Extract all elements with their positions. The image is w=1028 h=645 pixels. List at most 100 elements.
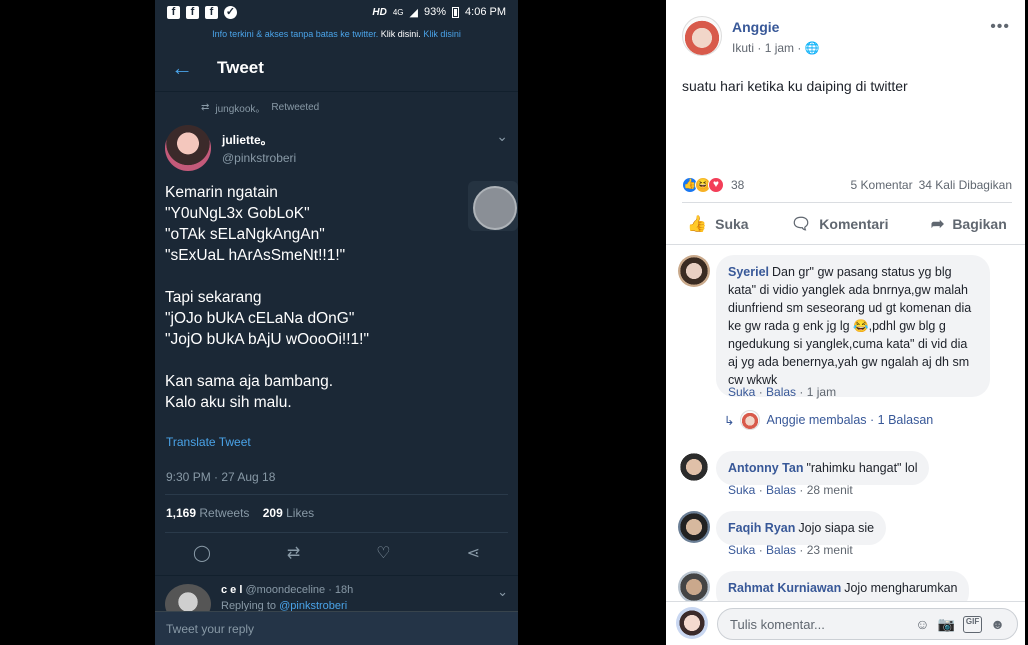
- follow-link[interactable]: Ikuti: [732, 41, 754, 55]
- comment-icon: 🗨: [790, 216, 812, 233]
- comment-button[interactable]: 🗨 Komentari: [791, 214, 889, 234]
- reaction-icons[interactable]: 👍 😆 ♥: [682, 177, 724, 193]
- retweets-label[interactable]: Retweets: [199, 506, 249, 520]
- like-button[interactable]: 👍 Suka: [687, 214, 748, 234]
- comment-age[interactable]: 28 menit: [807, 483, 853, 497]
- comments-count[interactable]: 5 Komentar: [851, 178, 913, 192]
- reply-author-name[interactable]: c e l: [221, 584, 242, 596]
- tweet-author-name[interactable]: juliette。: [222, 131, 296, 148]
- comment-like-link[interactable]: Suka: [728, 543, 755, 557]
- retweet-icon[interactable]: ⇄: [287, 543, 300, 563]
- comment-text: Jojo mengharumkan: [844, 581, 958, 595]
- comment-reply-link[interactable]: Balas: [766, 543, 796, 557]
- comment-bubble: Faqih Ryan Jojo siapa sie: [716, 511, 887, 545]
- divider: [682, 202, 1012, 203]
- comment-author[interactable]: Syeriel: [728, 265, 769, 279]
- post-subline: Ikuti · 1 jam · 🌐: [732, 41, 820, 55]
- floating-assistive-button[interactable]: [468, 181, 518, 231]
- sticker-icon[interactable]: ☻: [990, 616, 1005, 633]
- reply-arrow-icon: ↳: [724, 413, 735, 428]
- reply-compose-input[interactable]: Tweet your reply: [155, 611, 518, 645]
- tweet-author-handle[interactable]: @pinkstroberi: [222, 151, 296, 165]
- facebook-post-panel: Anggie Ikuti · 1 jam · 🌐 ••• suatu hari …: [666, 0, 1028, 645]
- avatar: [740, 410, 761, 430]
- reply-preview[interactable]: c e l @moondeceline · 18h Replying to @p…: [155, 575, 518, 624]
- back-arrow-icon[interactable]: ←: [171, 55, 217, 81]
- signal-icon: ◢: [409, 6, 418, 19]
- comment-author[interactable]: Antonny Tan: [728, 461, 803, 475]
- retweeted-line: ⇄ jungkook。 Retweeted: [155, 92, 518, 122]
- reactions-count[interactable]: 38: [731, 178, 744, 192]
- divider: [165, 532, 508, 533]
- tweet-timestamp: 9:30 PM · 27 Aug 18: [166, 470, 276, 484]
- share-button[interactable]: ➦ Bagikan: [931, 214, 1007, 234]
- comment-input[interactable]: Tulis komentar... ☺ 📷 GIF ☻: [717, 608, 1018, 640]
- clock: 4:06 PM: [465, 6, 506, 18]
- status-right: HD 4G ◢ 93% 4:06 PM: [372, 6, 506, 19]
- reply-summary[interactable]: ↳ Anggie membalas · 1 Balasan: [724, 410, 933, 430]
- comment-bubble: Antonny Tan "rahimku hangat" lol: [716, 451, 930, 485]
- hd-indicator: HD: [372, 6, 387, 18]
- comment-age[interactable]: 23 menit: [807, 543, 853, 557]
- avatar[interactable]: [678, 571, 710, 603]
- comment-age[interactable]: 1 jam: [807, 385, 836, 399]
- comment-reply-link[interactable]: Balas: [766, 483, 796, 497]
- comment-text: Dan gr" gw pasang status yg blg kata" di…: [728, 265, 972, 387]
- facebook-notification-icon: f: [205, 5, 218, 19]
- info-banner-link-2[interactable]: Klik disini: [423, 29, 461, 39]
- avatar[interactable]: [678, 255, 710, 287]
- avatar: [676, 607, 708, 639]
- comment-like-link[interactable]: Suka: [728, 385, 755, 399]
- retweeter-name[interactable]: jungkook。: [215, 100, 265, 115]
- screenshot-root: f f f ✓ HD 4G ◢ 93% 4:06 PM Info terkini…: [0, 0, 1028, 645]
- comment-actions: Suka · Balas · 28 menit: [728, 483, 853, 497]
- info-banner-link-1[interactable]: Klik disini.: [381, 29, 421, 39]
- likes-count[interactable]: 209: [263, 506, 283, 520]
- status-bar: f f f ✓ HD 4G ◢ 93% 4:06 PM: [155, 0, 518, 24]
- messenger-notification-icon: ✓: [224, 5, 237, 19]
- post-meta: Anggie Ikuti · 1 jam · 🌐: [732, 16, 820, 70]
- comment-reply-link[interactable]: Balas: [766, 385, 796, 399]
- gif-icon[interactable]: GIF: [962, 615, 983, 633]
- love-reaction-icon: ♥: [708, 177, 724, 193]
- post-counts: 👍 😆 ♥ 38 5 Komentar 34 Kali Dibagikan: [682, 176, 1012, 194]
- avatar[interactable]: [678, 451, 710, 483]
- comment-author[interactable]: Faqih Ryan: [728, 521, 795, 535]
- comment-like-link[interactable]: Suka: [728, 483, 755, 497]
- avatar[interactable]: [682, 16, 722, 56]
- camera-icon[interactable]: 📷: [937, 616, 954, 633]
- tweet-author-names: juliette。 @pinkstroberi: [222, 131, 296, 165]
- comment-author[interactable]: Rahmat Kurniawan: [728, 581, 841, 595]
- chevron-down-icon[interactable]: ⌄: [497, 584, 508, 600]
- shares-count[interactable]: 34 Kali Dibagikan: [919, 178, 1012, 192]
- more-options-icon[interactable]: •••: [990, 18, 1010, 36]
- post-time[interactable]: · 1 jam ·: [757, 41, 801, 55]
- share-icon: ➦: [930, 216, 945, 233]
- facebook-notification-icon: f: [186, 5, 199, 19]
- reply-icon[interactable]: ◯: [193, 543, 211, 563]
- page-title: Tweet: [217, 57, 264, 77]
- comment: Faqih Ryan Jojo siapa sie Suka · Balas · …: [678, 511, 1016, 561]
- retweets-count[interactable]: 1,169: [166, 506, 196, 520]
- comment-text: "rahimku hangat" lol: [806, 461, 918, 475]
- tweet-header: ← Tweet: [155, 44, 518, 92]
- avatar[interactable]: [678, 511, 710, 543]
- post-author-name[interactable]: Anggie: [732, 19, 820, 35]
- share-icon[interactable]: ⋖: [467, 543, 480, 563]
- twitter-phone-screenshot: f f f ✓ HD 4G ◢ 93% 4:06 PM Info terkini…: [155, 0, 518, 645]
- likes-label[interactable]: Likes: [286, 506, 314, 520]
- comment-text: Jojo siapa sie: [798, 521, 875, 535]
- info-banner[interactable]: Info terkini & akses tanpa batas ke twit…: [155, 24, 518, 44]
- translate-tweet-link[interactable]: Translate Tweet: [166, 435, 251, 449]
- reply-author-handle[interactable]: @moondeceline: [245, 584, 325, 596]
- like-heart-icon[interactable]: ♡: [376, 543, 390, 563]
- reply-age: · 18h: [328, 584, 354, 596]
- composer-icons: ☺ 📷 GIF ☻: [915, 615, 1005, 633]
- reply-summary-text: Anggie membalas · 1 Balasan: [766, 413, 934, 427]
- emoji-icon[interactable]: ☺: [915, 616, 929, 633]
- avatar[interactable]: [165, 125, 211, 171]
- post-counts-right: 5 Komentar 34 Kali Dibagikan: [851, 178, 1012, 192]
- post-actions: 👍 Suka 🗨 Komentari ➦ Bagikan: [666, 208, 1028, 240]
- chevron-down-icon[interactable]: ⌄: [496, 128, 508, 145]
- globe-icon: 🌐: [804, 41, 820, 55]
